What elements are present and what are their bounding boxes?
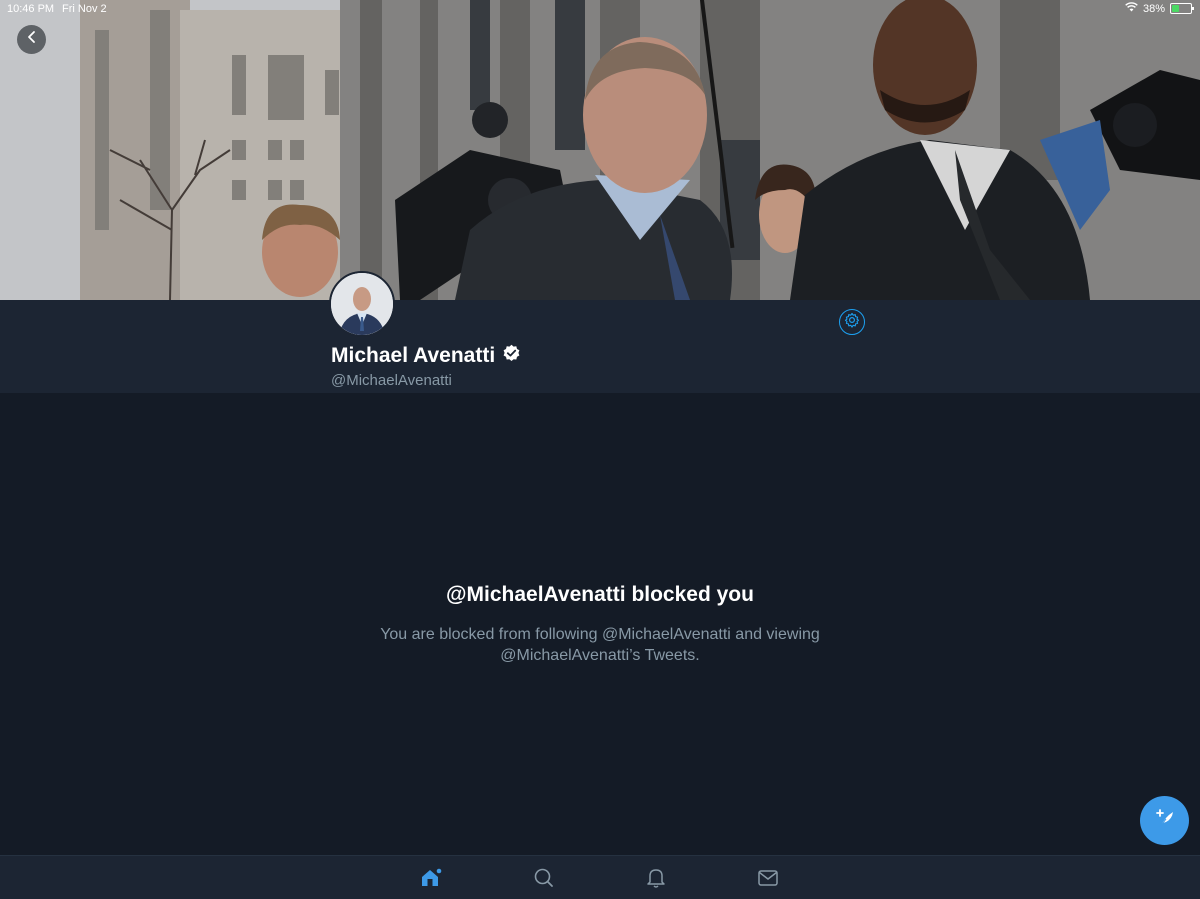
status-date: Fri Nov 2 [62,3,107,15]
battery-level [1172,5,1179,12]
blocked-message-line-2: @MichaelAvenatti’s Tweets. [500,647,700,664]
battery-icon [1170,3,1194,14]
profile-settings-button[interactable] [839,309,865,335]
gear-icon [844,312,860,333]
display-name-row: Michael Avenatti [331,344,521,368]
mail-icon [756,870,780,894]
wifi-icon [1125,2,1138,15]
blocked-title: @MichaelAvenatti blocked you [446,583,754,606]
home-icon [419,868,443,894]
search-icon [532,868,556,894]
battery-percent: 38% [1142,2,1165,15]
bottom-tab-bar [0,855,1200,899]
tab-messages[interactable] [756,866,780,890]
blocked-message: You are blocked from following @MichaelA… [360,624,840,666]
profile-banner-image[interactable] [0,0,1200,300]
status-indicators: 38% [1125,2,1194,15]
tab-home[interactable] [419,866,443,890]
back-button[interactable] [17,25,46,54]
compose-tweet-button[interactable] [1140,796,1189,845]
chevron-left-icon [26,30,38,49]
status-bar: 10:46 PM Fri Nov 2 38% [0,0,1200,18]
avatar[interactable] [329,271,395,337]
verified-badge-icon [502,344,521,368]
tab-notifications[interactable] [644,866,668,890]
status-time: 10:46 PM [7,3,55,15]
tab-search[interactable] [532,866,556,890]
profile-header [0,300,1200,393]
display-name: Michael Avenatti [331,344,496,367]
bell-icon [644,869,668,894]
profile-handle: @MichaelAvenatti [331,372,452,389]
compose-feather-icon [1153,806,1177,835]
blocked-message-line-1: You are blocked from following @MichaelA… [380,626,820,643]
